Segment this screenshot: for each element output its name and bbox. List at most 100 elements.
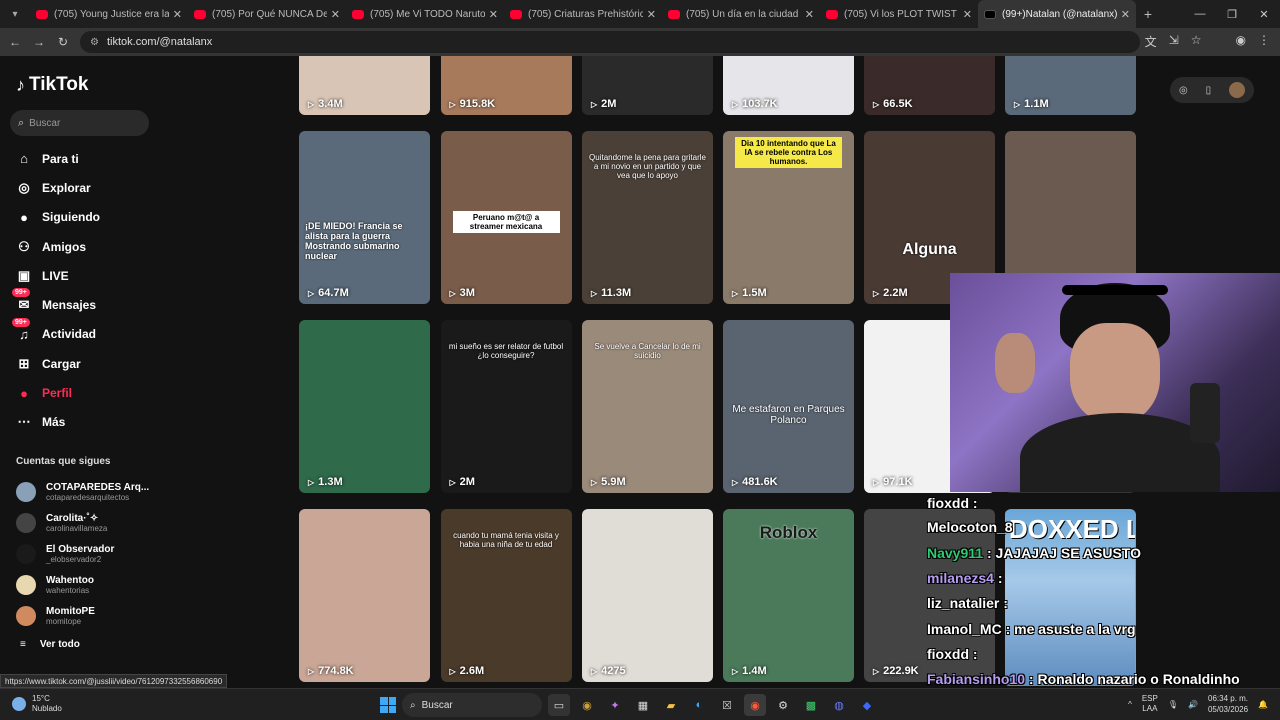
video-card[interactable]: ▷ 774.8K [299,509,430,682]
following-account[interactable]: Carolita·˚✧ carolinavillameza [16,507,149,538]
video-card[interactable]: ▷ 915.8K [440,56,572,115]
forward-icon[interactable]: → [27,35,51,49]
xbox-icon[interactable]: ◉ [576,694,598,716]
sidebar-item-live[interactable]: ▣ LIVE [14,261,100,290]
user-avatar-icon[interactable] [1229,82,1246,98]
edge-icon[interactable]: ◐ [688,694,710,716]
browser-tab[interactable]: (705) Un día en la ciudad más ✕ [662,0,820,28]
settings-icon[interactable]: ⚙ [772,694,794,716]
following-account[interactable]: El Observador _elobservador2 [16,538,149,569]
sidebar-item-mensajes[interactable]: ✉ 99+ Mensajes [12,288,100,319]
search-input[interactable]: ⌕ Buscar [10,110,149,136]
video-card[interactable]: cuando tu mamá tenia visita y habia una … [440,509,572,682]
tiktok-logo[interactable]: ♪ TikTok [16,74,88,96]
translate-icon[interactable]: 文 [1145,33,1157,50]
discord-icon[interactable]: ◍ [828,694,850,716]
browser-tab[interactable]: (705) Por Qué NUNCA Debes M ✕ [188,0,346,28]
tab-close-icon[interactable]: ✕ [963,8,972,21]
task-view-icon[interactable]: ▭ [548,694,570,716]
mega-icon[interactable]: ▩ [800,694,822,716]
url-field[interactable]: ⚙ tiktok.com/@natalanx [80,31,1140,53]
play-icon: ▷ [1014,99,1021,109]
youtube-favicon-icon [668,9,680,19]
tray-chevron-icon[interactable]: ^ [1128,700,1132,709]
sidebar-item-para-ti[interactable]: ⌂ Para ti [14,144,100,173]
sidebar-menu: ⌂ Para ti ◎ Explorar ● Siguiendo ⚇ Amigos ▣ LIVE ✉… [12,144,100,437]
see-all-button[interactable]: ≡ Ver todo [20,639,80,650]
following-account[interactable]: COTAPAREDES Arq... cotaparedesarquitectos [16,476,149,507]
sidebar-item-cargar[interactable]: ⊞ Cargar [14,349,100,378]
tab-close-icon[interactable]: ✕ [173,8,182,21]
video-card[interactable]: ¡DE MIEDO! Francia se alista para la gue… [299,131,430,304]
language-indicator[interactable]: ESP LAA [1142,694,1158,714]
copilot-icon[interactable]: ✦ [604,694,626,716]
chrome-icon[interactable]: ◉ [744,694,766,716]
browser-tab[interactable]: (705) Young Justice era la serie ✕ [30,0,188,28]
taskbar-search[interactable]: ⌕ Buscar [402,693,542,717]
browser-tab[interactable]: (705) Criaturas Prehistóricas Q ✕ [504,0,662,28]
minimize-icon[interactable]: — [1184,8,1216,20]
video-card[interactable]: Dia 10 intentando que La IA se rebele co… [723,131,854,304]
sidebar-item-amigos[interactable]: ⚇ Amigos [14,232,100,261]
back-icon[interactable]: ← [3,35,27,49]
account-handle: carolinavillameza [46,523,108,533]
tab-close-icon[interactable]: ✕ [647,8,656,21]
account-handle: cotaparedesarquitectos [46,492,130,502]
video-card[interactable]: ▷ 66.5K [864,56,995,115]
chat-message: liz_natalier : [927,595,1008,611]
sidebar-item-explorar[interactable]: ◎ Explorar [14,173,100,202]
sidebar-item-actividad[interactable]: ♫ 99+ Actividad [12,317,100,349]
profile-avatar-icon[interactable]: ◉ [1236,33,1246,50]
tab-close-icon[interactable]: ✕ [1121,8,1130,21]
notification-icon[interactable]: 🔔 [1258,700,1268,709]
video-card[interactable]: Quitandome la pena para gritarle a mi no… [582,131,713,304]
video-card[interactable]: Me estafaron en Parques Polanco ▷ 481.6K [723,320,854,493]
video-card[interactable]: Roblox ▷ 1.4M [723,509,854,682]
video-card[interactable]: ▷ 103.7K [723,56,854,115]
site-info-icon[interactable]: ⚙ [90,37,99,48]
compass-tool-icon[interactable]: ◎ [1179,85,1188,96]
tab-close-icon[interactable]: ✕ [331,8,340,21]
clock[interactable]: 06:34 p. m. 05/03/2026 [1208,693,1248,715]
browser-tab[interactable]: (705) Me Vi TODO Naruto y no ✕ [346,0,504,28]
more-icon: ⋯ [17,414,31,430]
maximize-icon[interactable]: ❐ [1216,8,1248,21]
video-card[interactable]: ▷ 1.3M [299,320,430,493]
video-card[interactable]: ▷ 1.1M [1005,56,1136,115]
tab-close-icon[interactable]: ✕ [489,8,498,21]
mic-icon[interactable]: 🎙 [1168,700,1178,709]
avatar [16,605,36,626]
video-card[interactable]: ▷ 4275 [582,509,713,682]
video-card[interactable]: Se vuelve a Cancelar lo de mi suicidio ▷ 5… [582,320,713,493]
following-account[interactable]: MomitoPE momitope [16,600,149,631]
sidebar-item-siguiendo[interactable]: ● Siguiendo [14,203,100,232]
install-app-icon[interactable]: ⇲ [1169,33,1179,50]
close-window-icon[interactable]: ✕ [1248,8,1280,21]
file-explorer-icon[interactable]: ▰ [660,694,682,716]
following-account[interactable]: Wahentoo wahentorias [16,569,149,600]
bookmark-star-icon[interactable]: ☆ [1191,33,1202,50]
store-icon[interactable]: ▦ [632,694,654,716]
video-card[interactable]: a el?▷2M [582,56,713,115]
tab-close-icon[interactable]: ✕ [805,8,814,21]
capture-icon[interactable]: ☒ [716,694,738,716]
browser-tab[interactable]: (99+)Natalan (@natalanx) | Tik ✕ [978,0,1136,28]
app-icon[interactable]: ◆ [856,694,878,716]
weather-widget[interactable]: 15°C Nublado [12,694,62,714]
video-card[interactable]: mi sueño es ser relator de futbol ¿lo co… [440,320,572,493]
browser-tab[interactable]: (705) Vi los PLOT TWIST más B ✕ [820,0,978,28]
chrome-menu-icon[interactable]: ⋮ [1258,33,1270,50]
tab-search-icon[interactable]: ▾ [0,0,30,28]
sidebar-item-perfil[interactable]: ● Perfil [14,378,100,407]
video-card[interactable]: ▷ 3.4M [299,56,430,115]
video-card[interactable]: Peruano m@t@ a streamer mexicana ▷ 3M [440,131,572,304]
phone-tool-icon[interactable]: ▯ [1206,85,1212,96]
sidebar-item-más[interactable]: ⋯ Más [14,408,100,437]
reload-icon[interactable]: ↻ [51,35,75,49]
tiktok-sidebar: ♪ TikTok ⌕ Buscar ⌂ Para ti ◎ Explorar ● Sigu… [0,56,160,686]
new-tab-button[interactable]: + [1136,6,1160,22]
address-bar-row: ← → ↻ ⚙ tiktok.com/@natalanx 文 ⇲ ☆ ◉ ⋮ [0,28,1280,56]
windows-start-icon[interactable] [380,697,396,713]
view-count: ▷ 3M [450,287,475,299]
volume-icon[interactable]: 🔊 [1188,700,1198,709]
